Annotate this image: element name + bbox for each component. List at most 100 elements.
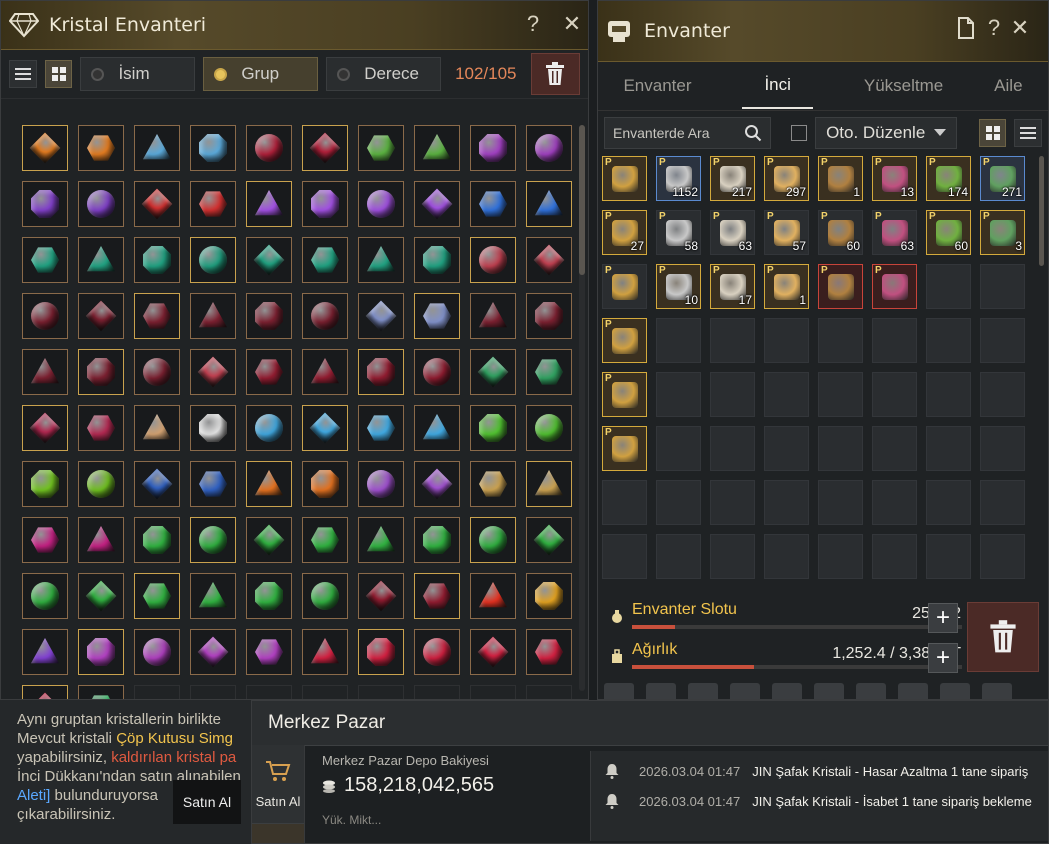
crystal-slot[interactable] <box>470 125 516 171</box>
crystal-slot[interactable] <box>302 685 348 699</box>
crystal-slot[interactable] <box>190 517 236 563</box>
crystal-slot[interactable] <box>414 293 460 339</box>
action-icon[interactable] <box>898 683 928 699</box>
crystal-slot[interactable] <box>526 573 572 619</box>
crystal-slot[interactable] <box>78 405 124 451</box>
crystal-slot[interactable] <box>358 293 404 339</box>
crystal-slot[interactable] <box>470 293 516 339</box>
crystal-slot[interactable] <box>246 181 292 227</box>
inventory-item-slot[interactable]: P 60 <box>926 210 971 255</box>
market-next-tab[interactable] <box>252 824 304 843</box>
crystal-slot[interactable] <box>246 573 292 619</box>
inventory-item-slot[interactable]: P3 <box>980 210 1025 255</box>
hint-link[interactable]: Aleti] <box>17 787 50 804</box>
crystal-slot[interactable] <box>190 685 236 699</box>
crystal-slot[interactable] <box>22 349 68 395</box>
action-icon[interactable] <box>646 683 676 699</box>
crystal-slot[interactable] <box>470 685 516 699</box>
crystal-slot[interactable] <box>22 573 68 619</box>
crystal-slot[interactable] <box>358 125 404 171</box>
crystal-slot[interactable] <box>526 125 572 171</box>
crystal-slot[interactable] <box>302 349 348 395</box>
crystal-slot[interactable] <box>134 125 180 171</box>
inventory-item-slot[interactable]: P1 <box>818 156 863 201</box>
crystal-slot[interactable] <box>526 349 572 395</box>
crystal-slot[interactable] <box>470 181 516 227</box>
crystal-slot[interactable] <box>414 349 460 395</box>
crystal-slot[interactable] <box>246 517 292 563</box>
inventory-empty-slot[interactable] <box>926 426 971 471</box>
inventory-empty-slot[interactable] <box>602 480 647 525</box>
filter-group-radio[interactable]: Grup <box>203 57 319 91</box>
inventory-empty-slot[interactable] <box>818 534 863 579</box>
help-button[interactable]: ? <box>980 15 1008 41</box>
crystal-slot[interactable] <box>526 461 572 507</box>
inventory-empty-slot[interactable] <box>926 534 971 579</box>
crystal-slot[interactable] <box>134 461 180 507</box>
crystal-slot[interactable] <box>22 293 68 339</box>
inventory-empty-slot[interactable] <box>926 318 971 363</box>
crystal-slot[interactable] <box>414 405 460 451</box>
crystal-scrollbar[interactable] <box>579 125 585 275</box>
inventory-item-slot[interactable]: P 27 <box>602 210 647 255</box>
crystal-slot[interactable] <box>78 293 124 339</box>
crystal-slot[interactable] <box>526 237 572 283</box>
inventory-empty-slot[interactable] <box>710 480 755 525</box>
crystal-slot[interactable] <box>190 405 236 451</box>
crystal-slot[interactable] <box>302 181 348 227</box>
action-icon[interactable] <box>856 683 886 699</box>
crystal-slot[interactable] <box>246 349 292 395</box>
inventory-empty-slot[interactable] <box>764 426 809 471</box>
market-title[interactable]: Merkez Pazar <box>252 701 1048 746</box>
crystal-slot[interactable] <box>134 349 180 395</box>
action-icon[interactable] <box>814 683 844 699</box>
crystal-slot[interactable] <box>78 517 124 563</box>
crystal-slot[interactable] <box>78 685 124 699</box>
crystal-slot[interactable] <box>22 125 68 171</box>
inventory-empty-slot[interactable] <box>872 372 917 417</box>
inventory-empty-slot[interactable] <box>926 480 971 525</box>
crystal-slot[interactable] <box>414 629 460 675</box>
inventory-item-slot[interactable]: P1 <box>764 264 809 309</box>
inventory-item-slot[interactable]: P 271 <box>980 156 1025 201</box>
crystal-slot[interactable] <box>246 629 292 675</box>
inventory-empty-slot[interactable] <box>656 318 701 363</box>
crystal-slot[interactable] <box>22 685 68 699</box>
inventory-empty-slot[interactable] <box>872 480 917 525</box>
inventory-item-slot[interactable]: P <box>602 156 647 201</box>
crystal-slot[interactable] <box>190 181 236 227</box>
crystal-slot[interactable] <box>302 573 348 619</box>
crystal-slot[interactable] <box>470 517 516 563</box>
inventory-item-slot[interactable]: P <box>818 264 863 309</box>
crystal-slot[interactable] <box>22 629 68 675</box>
inventory-empty-slot[interactable] <box>656 480 701 525</box>
list-view-button[interactable] <box>9 60 37 88</box>
crystal-slot[interactable] <box>358 181 404 227</box>
crystal-slot[interactable] <box>302 629 348 675</box>
inventory-empty-slot[interactable] <box>872 426 917 471</box>
crystal-slot[interactable] <box>78 237 124 283</box>
crystal-slot[interactable] <box>134 685 180 699</box>
inventory-empty-slot[interactable] <box>602 534 647 579</box>
crystal-slot[interactable] <box>302 517 348 563</box>
crystal-slot[interactable] <box>190 237 236 283</box>
inventory-item-slot[interactable]: P 297 <box>764 156 809 201</box>
crystal-slot[interactable] <box>358 573 404 619</box>
crystal-slot[interactable] <box>246 125 292 171</box>
inventory-empty-slot[interactable] <box>764 372 809 417</box>
inventory-empty-slot[interactable] <box>872 318 917 363</box>
crystal-slot[interactable] <box>190 293 236 339</box>
inventory-empty-slot[interactable] <box>710 426 755 471</box>
inventory-search-input[interactable]: Envanterde Ara <box>604 117 772 149</box>
inventory-item-slot[interactable]: P 13 <box>872 156 917 201</box>
close-button[interactable]: ✕ <box>558 11 586 37</box>
inventory-item-slot[interactable]: P 60 <box>818 210 863 255</box>
crystal-slot[interactable] <box>526 517 572 563</box>
action-icon[interactable] <box>940 683 970 699</box>
crystal-slot[interactable] <box>22 237 68 283</box>
notification-item[interactable]: 2026.03.04 01:47 JIN Şafak Kristali - Ha… <box>605 763 1028 779</box>
inventory-empty-slot[interactable] <box>656 534 701 579</box>
inventory-empty-slot[interactable] <box>764 534 809 579</box>
crystal-slot[interactable] <box>414 461 460 507</box>
kristal-titlebar[interactable]: Kristal Envanteri ? ✕ <box>1 1 588 50</box>
